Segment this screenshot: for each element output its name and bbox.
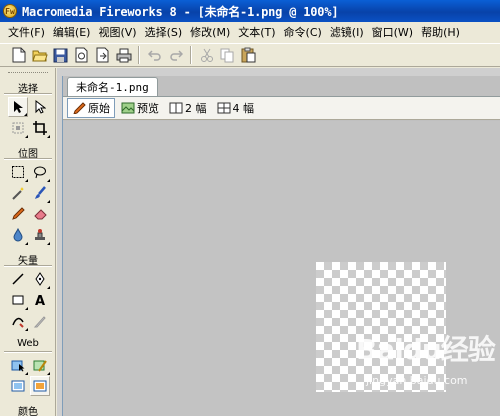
view-4up-label: 4 幅	[232, 102, 255, 115]
menu-view[interactable]: 视图(V)	[94, 23, 140, 42]
subselection-tool-icon[interactable]	[30, 97, 50, 117]
open-folder-icon[interactable]	[29, 45, 50, 66]
view-original-label: 原始	[88, 102, 110, 115]
show-slices-icon[interactable]	[30, 376, 50, 396]
view-2up-label: 2 幅	[185, 102, 207, 115]
menu-edit[interactable]: 编辑(E)	[49, 23, 95, 42]
preview-icon	[121, 102, 135, 114]
cut-icon[interactable]	[196, 45, 217, 66]
section-colors-label: 颜色	[18, 407, 38, 416]
view-mode-bar: 原始 预览 2 幅 4 幅	[63, 96, 500, 120]
transparent-canvas[interactable]	[316, 262, 446, 392]
export-icon[interactable]	[92, 45, 113, 66]
section-divider	[4, 93, 52, 95]
svg-text:A: A	[35, 294, 45, 307]
section-web-label: Web	[17, 338, 39, 349]
scale-tool-icon[interactable]	[8, 118, 28, 138]
menu-window[interactable]: 窗口(W)	[368, 23, 417, 42]
document-window: 未命名-1.png 原始 预览 2 幅 4 幅	[62, 76, 500, 416]
two-up-icon	[169, 102, 183, 114]
section-divider	[4, 158, 52, 160]
text-tool-icon[interactable]: A	[30, 290, 50, 310]
line-tool-icon[interactable]	[8, 269, 28, 289]
document-tab[interactable]: 未命名-1.png	[67, 77, 158, 97]
view-preview-label: 预览	[137, 102, 159, 115]
redo-icon[interactable]	[165, 45, 186, 66]
toolbar-separator	[190, 46, 192, 64]
new-document-icon[interactable]	[8, 45, 29, 66]
hotspot-tool-icon[interactable]	[8, 355, 28, 375]
pencil-tool-icon[interactable]	[8, 204, 28, 224]
pencil-icon	[73, 102, 86, 114]
undo-icon[interactable]	[144, 45, 165, 66]
rubber-stamp-tool-icon[interactable]	[30, 225, 50, 245]
lasso-tool-icon[interactable]	[30, 162, 50, 182]
four-up-icon	[217, 102, 230, 114]
rectangle-tool-icon[interactable]	[8, 290, 28, 310]
menu-help[interactable]: 帮助(H)	[417, 23, 464, 42]
knife-tool-icon[interactable]	[30, 311, 50, 331]
menu-text[interactable]: 文本(T)	[234, 23, 279, 42]
print-icon[interactable]	[113, 45, 134, 66]
menu-bar: 文件(F) 编辑(E) 视图(V) 选择(S) 修改(M) 文本(T) 命令(C…	[0, 22, 500, 43]
section-divider	[4, 351, 52, 353]
blur-tool-icon[interactable]	[8, 225, 28, 245]
paste-icon[interactable]	[238, 45, 259, 66]
view-2up-button[interactable]: 2 幅	[165, 98, 211, 118]
main-toolbar	[0, 43, 500, 67]
pointer-tool-icon[interactable]	[8, 97, 28, 117]
slice-tool-icon[interactable]	[30, 355, 50, 375]
document-area: 未命名-1.png 原始 预览 2 幅 4 幅	[57, 68, 500, 416]
panel-grip[interactable]	[8, 72, 48, 74]
title-bar: Fw Macromedia Fireworks 8 - [未命名-1.png @…	[0, 0, 500, 22]
canvas-workspace[interactable]	[63, 121, 500, 416]
marquee-tool-icon[interactable]	[8, 162, 28, 182]
save-icon[interactable]	[50, 45, 71, 66]
freeform-tool-icon[interactable]	[8, 311, 28, 331]
menu-filters[interactable]: 滤镜(I)	[326, 23, 368, 42]
copy-icon[interactable]	[217, 45, 238, 66]
eraser-tool-icon[interactable]	[30, 204, 50, 224]
window-title: Macromedia Fireworks 8 - [未命名-1.png @ 10…	[22, 4, 339, 19]
menu-modify[interactable]: 修改(M)	[186, 23, 234, 42]
menu-commands[interactable]: 命令(C)	[280, 23, 326, 42]
pen-tool-icon[interactable]	[30, 269, 50, 289]
view-4up-button[interactable]: 4 幅	[213, 98, 259, 118]
crop-tool-icon[interactable]	[30, 118, 50, 138]
toolbar-separator	[138, 46, 140, 64]
brush-tool-icon[interactable]	[30, 183, 50, 203]
view-original-button[interactable]: 原始	[67, 98, 115, 118]
section-divider	[4, 265, 52, 267]
hide-slices-icon[interactable]	[8, 376, 28, 396]
menu-file[interactable]: 文件(F)	[4, 23, 49, 42]
import-icon[interactable]	[71, 45, 92, 66]
magic-wand-tool-icon[interactable]	[8, 183, 28, 203]
tools-panel: 选择 位图 矢量 A Web 颜色	[0, 68, 56, 416]
fireworks-icon: Fw	[3, 4, 17, 18]
view-preview-button[interactable]: 预览	[117, 98, 163, 118]
menu-select[interactable]: 选择(S)	[141, 23, 187, 42]
